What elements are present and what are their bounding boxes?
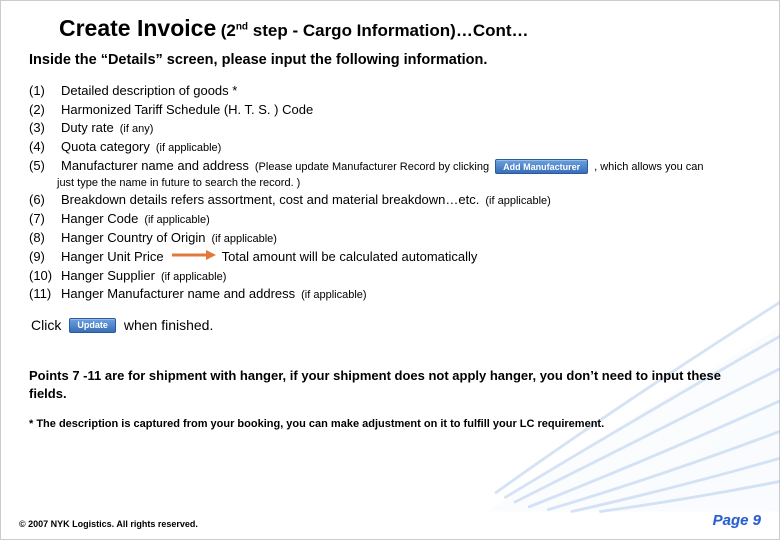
title-sub: (2nd step - Cargo Information)…Cont…	[221, 21, 529, 40]
intro-text: Inside the “Details” screen, please inpu…	[29, 52, 751, 68]
list-item: (1) Detailed description of goods *	[29, 82, 751, 100]
slide-footer: © 2007 NYK Logistics. All rights reserve…	[19, 512, 761, 529]
list-item: (11) Hanger Manufacturer name and addres…	[29, 285, 751, 303]
list-item-note: just type the name in future to search t…	[57, 176, 751, 191]
list-item: (5) Manufacturer name and address (Pleas…	[29, 157, 751, 175]
page-number: Page 9	[713, 512, 761, 529]
list-item: (7) Hanger Code (if applicable)	[29, 210, 751, 228]
hanger-note: Points 7 -11 are for shipment with hange…	[29, 367, 751, 402]
list-item: (9) Hanger Unit Price Total amount will …	[29, 248, 751, 266]
list-item: (6) Breakdown details refers assortment,…	[29, 191, 751, 209]
instruction-list: (1) Detailed description of goods * (2) …	[29, 82, 751, 303]
list-item: (2) Harmonized Tariff Schedule (H. T. S.…	[29, 101, 751, 119]
slide-content: Create Invoice (2nd step - Cargo Informa…	[1, 1, 779, 430]
click-instruction: Click Update when finished.	[31, 317, 751, 333]
list-item: (8) Hanger Country of Origin (if applica…	[29, 229, 751, 247]
description-footnote: * The description is captured from your …	[29, 418, 751, 430]
list-item: (10) Hanger Supplier (if applicable)	[29, 267, 751, 285]
copyright-text: © 2007 NYK Logistics. All rights reserve…	[19, 519, 198, 529]
title-main: Create Invoice	[59, 15, 216, 41]
list-item: (4) Quota category (if applicable)	[29, 138, 751, 156]
update-button[interactable]: Update	[69, 318, 116, 333]
arrow-right-icon	[170, 249, 216, 261]
add-manufacturer-button[interactable]: Add Manufacturer	[495, 159, 588, 174]
page-title: Create Invoice (2nd step - Cargo Informa…	[59, 15, 751, 42]
list-item: (3) Duty rate (if any)	[29, 119, 751, 137]
